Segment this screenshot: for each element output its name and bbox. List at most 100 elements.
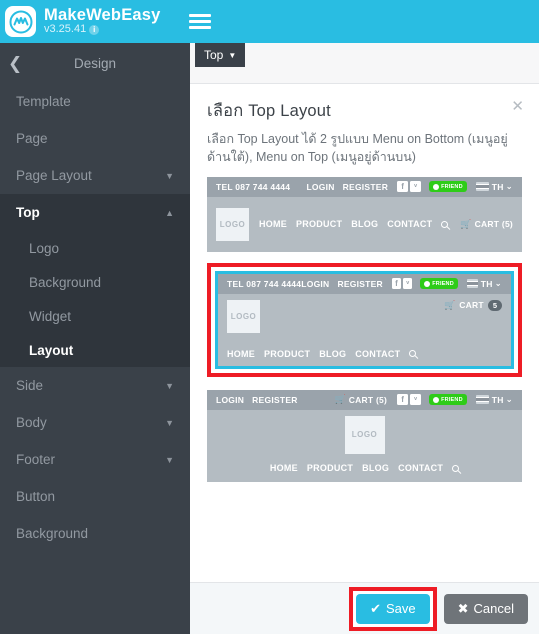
chevron-down-icon: ▼ (165, 380, 174, 391)
sidebar-item-logo[interactable]: Logo (0, 231, 190, 265)
cart-icon: 🛒 (444, 299, 456, 310)
chevron-down-icon: ▼ (228, 50, 237, 60)
preview-logo: LOGO (216, 207, 249, 241)
nav-product: PRODUCT (296, 219, 343, 229)
nav-home: HOME (269, 463, 298, 473)
line-bubble-icon (433, 183, 440, 190)
sidebar-item-button[interactable]: Button (0, 478, 190, 515)
chevron-down-icon: ▼ (165, 170, 174, 181)
sidebar-item-label: Template (16, 94, 71, 109)
line-friend-label: FRIEND (441, 183, 463, 190)
close-icon[interactable]: ✕ (511, 99, 524, 114)
info-icon[interactable]: i (89, 25, 100, 36)
preview-register: REGISTER (342, 181, 389, 192)
nav-product: PRODUCT (264, 348, 311, 359)
app-version: v3.25.41 i (44, 24, 161, 36)
preview-logo: LOGO (344, 415, 385, 454)
preview-main-bar: LOGO 🛒 CART 5 (218, 293, 511, 342)
sidebar-item-label: Body (16, 415, 47, 430)
line-bubble-icon (433, 396, 440, 403)
sidebar-item-background[interactable]: Background (0, 265, 190, 299)
sidebar: ❮ Design Template Page Page Layout ▼ Top… (0, 43, 190, 634)
save-button-highlight: ✔ Save (349, 586, 437, 631)
line-friend-badge: FRIEND (429, 394, 467, 405)
search-icon (409, 350, 417, 357)
sidebar-item-label: Side (16, 378, 44, 393)
preview-nav-bar: HOME PRODUCT BLOG CONTACT (207, 454, 522, 482)
cart-label: CART (5) (474, 219, 513, 229)
preview-register: REGISTER (337, 278, 383, 289)
thai-flag-icon (466, 279, 478, 288)
line-friend-badge: FRIEND (420, 278, 458, 289)
sidebar-item-footer[interactable]: Footer ▼ (0, 441, 190, 478)
preview-utility-bar: TEL 087 744 4444 LOGIN REGISTER f ᵛ FRIE… (207, 176, 522, 197)
sidebar-item-label: Page (16, 131, 48, 146)
nav-contact: CONTACT (355, 348, 401, 359)
search-icon (441, 220, 449, 228)
chevron-down-icon: ⌄ (505, 181, 513, 191)
layout-options-list: TEL 087 744 4444 LOGIN REGISTER f ᵛ FRIE… (190, 167, 539, 583)
sidebar-subitem-label: Widget (29, 308, 72, 324)
cart-label: CART (5) (348, 394, 388, 405)
sidebar-item-label: Footer (16, 452, 56, 467)
preview-cart[interactable]: 🛒 CART 5 (444, 299, 502, 342)
sidebar-item-side[interactable]: Side ▼ (0, 367, 190, 404)
line-bubble-icon (424, 280, 431, 287)
modal-title: เลือก Top Layout (207, 102, 331, 120)
modal-header: เลือก Top Layout ✕ เลือก Top Layout ได้ … (190, 84, 539, 167)
sidebar-item-page[interactable]: Page (0, 120, 190, 157)
nav-product: PRODUCT (306, 463, 354, 473)
chevron-down-icon: ▼ (165, 417, 174, 428)
version-text: v3.25.41 (44, 23, 87, 36)
chevron-up-icon: ▲ (165, 207, 174, 218)
section-selector-top[interactable]: Top ▼ (195, 43, 246, 67)
sidebar-item-background-global[interactable]: Background (0, 515, 190, 552)
check-icon: ✔ (370, 600, 381, 616)
sidebar-item-top[interactable]: Top ▲ (0, 194, 190, 231)
preview-utility-bar: TEL 087 744 4444 LOGIN REGISTER f ᵛ FRIE… (218, 273, 511, 294)
x-icon: ✖ (457, 600, 469, 616)
save-button[interactable]: ✔ Save (356, 593, 430, 624)
sidebar-item-body[interactable]: Body ▼ (0, 404, 190, 441)
layout-option-menu-on-bottom[interactable]: TEL 087 744 4444 LOGIN REGISTER f ᵛ FRIE… (207, 262, 522, 377)
cancel-button[interactable]: ✖ Cancel (443, 593, 528, 624)
layout-option-menu-on-top[interactable]: LOGIN REGISTER 🛒 CART (5) f ᵛ FRIEND TH (207, 389, 522, 482)
back-icon[interactable]: ❮ (8, 55, 22, 72)
preview-tel: TEL 087 744 4444 (216, 181, 291, 192)
search-icon (452, 464, 460, 472)
twitter-icon: ᵛ (410, 181, 422, 192)
line-friend-label: FRIEND (432, 280, 454, 287)
sidebar-item-widget[interactable]: Widget (0, 299, 190, 333)
preview-logo: LOGO (227, 299, 260, 333)
preview-main-bar: LOGO HOME PRODUCT BLOG CONTACT 🛒 CART (5… (207, 196, 522, 252)
line-friend-badge: FRIEND (429, 181, 467, 192)
facebook-icon: f (397, 394, 409, 405)
line-friend-label: FRIEND (441, 396, 463, 403)
sidebar-header: ❮ Design (0, 43, 190, 83)
nav-blog: BLOG (362, 463, 390, 473)
language-label: TH (491, 181, 504, 192)
preview-logo-row: LOGO (207, 409, 522, 455)
layout-option-menu-inline[interactable]: TEL 087 744 4444 LOGIN REGISTER f ᵛ FRIE… (207, 176, 522, 252)
layout-preview[interactable]: TEL 087 744 4444 LOGIN REGISTER f ᵛ FRIE… (207, 176, 522, 252)
layout-preview[interactable]: LOGIN REGISTER 🛒 CART (5) f ᵛ FRIEND TH (207, 389, 522, 482)
facebook-icon: f (397, 181, 409, 192)
cancel-button-label: Cancel (473, 601, 514, 616)
brand-name: MakeWebEasy (44, 6, 161, 25)
language-label: TH (491, 394, 504, 405)
sidebar-item-layout[interactable]: Layout (0, 333, 190, 367)
sidebar-item-template[interactable]: Template (0, 83, 190, 120)
nav-blog: BLOG (351, 219, 379, 229)
save-button-label: Save (385, 601, 416, 616)
section-selector-label: Top (204, 48, 224, 62)
cart-icon: 🛒 (460, 218, 472, 229)
layout-preview[interactable]: TEL 087 744 4444 LOGIN REGISTER f ᵛ FRIE… (215, 270, 514, 369)
sidebar-item-page-layout[interactable]: Page Layout ▼ (0, 157, 190, 194)
thai-flag-icon (475, 395, 489, 404)
preview-login: LOGIN (216, 394, 245, 405)
top-layout-modal: เลือก Top Layout ✕ เลือก Top Layout ได้ … (190, 83, 539, 634)
cart-icon: 🛒 (334, 394, 346, 404)
modal-description: เลือก Top Layout ได้ 2 รูปแบบ Menu on Bo… (207, 132, 508, 164)
sidebar-item-label: Top (16, 205, 40, 220)
hamburger-menu-icon[interactable] (188, 14, 211, 29)
